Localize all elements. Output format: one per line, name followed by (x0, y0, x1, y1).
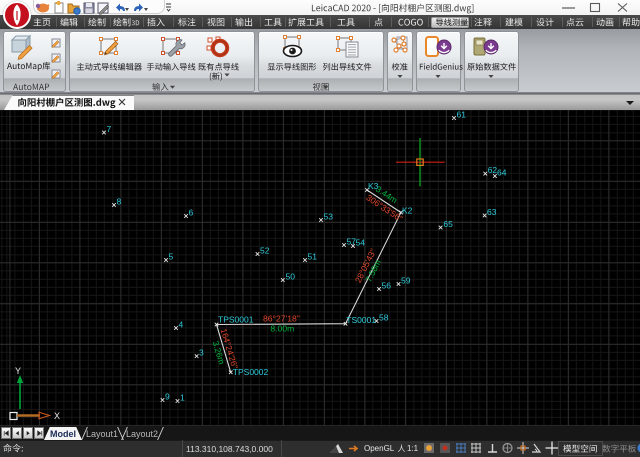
svg-text:8: 8 (117, 197, 122, 207)
svg-text:54: 54 (356, 238, 366, 248)
svg-text:64: 64 (497, 168, 507, 178)
svg-text:9: 9 (165, 392, 170, 402)
svg-text:4: 4 (179, 320, 184, 330)
svg-text:51: 51 (308, 252, 318, 262)
svg-text:62: 62 (488, 165, 498, 175)
svg-text:TPS0002: TPS0002 (233, 367, 269, 377)
svg-text:61: 61 (457, 110, 467, 120)
svg-text:86°27'18": 86°27'18" (263, 313, 300, 323)
svg-text:52: 52 (260, 246, 270, 256)
svg-text:58: 58 (379, 313, 389, 323)
svg-text:59: 59 (401, 276, 411, 286)
svg-text:3: 3 (199, 348, 204, 358)
svg-text:7: 7 (107, 124, 112, 134)
svg-text:6: 6 (189, 208, 194, 218)
svg-text:56: 56 (382, 281, 392, 291)
svg-text:8.00m: 8.00m (270, 324, 294, 334)
svg-text:1: 1 (180, 393, 185, 403)
svg-text:65: 65 (443, 219, 453, 229)
svg-text:X: X (54, 411, 60, 421)
svg-text:50: 50 (286, 272, 296, 282)
svg-text:Y: Y (15, 366, 21, 376)
svg-text:TPS0001: TPS0001 (218, 315, 254, 325)
svg-text:5: 5 (169, 252, 174, 262)
svg-text:63: 63 (487, 207, 497, 217)
svg-text:53: 53 (324, 212, 334, 222)
svg-text:TS0001: TS0001 (346, 315, 376, 325)
